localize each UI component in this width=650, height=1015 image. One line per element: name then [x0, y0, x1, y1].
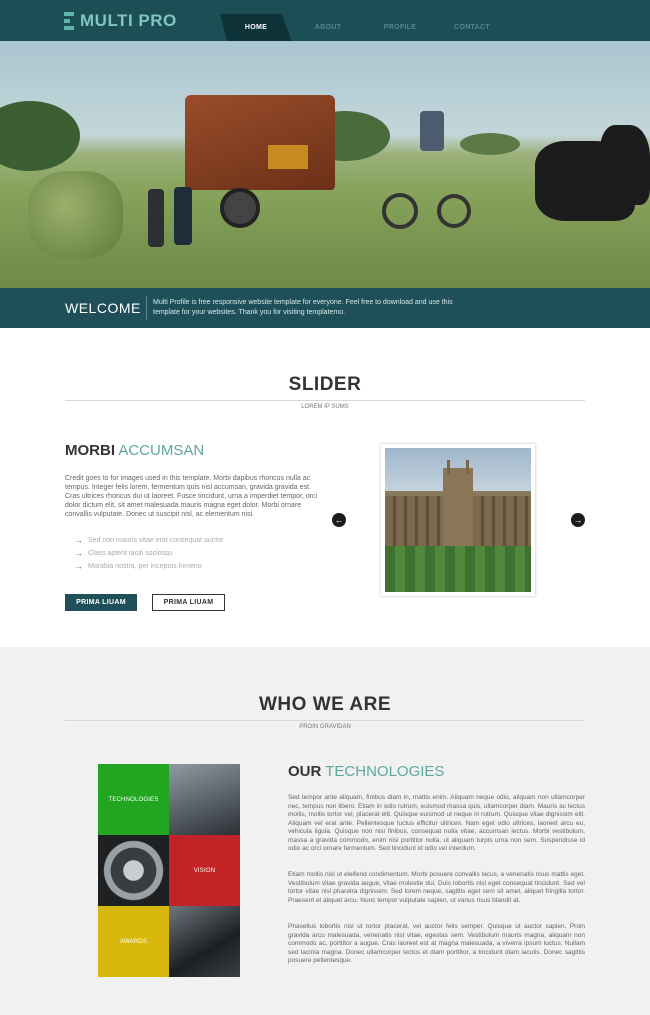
- list-item: → Class aptent taciti sociosqu: [75, 549, 173, 558]
- nav-item-about[interactable]: ABOUT: [292, 14, 364, 42]
- slide-bullet-list: → Sed non mauris vitae erat consequat auc…: [75, 534, 223, 573]
- slider-prev-button[interactable]: ←: [332, 513, 346, 527]
- slide-image-frame: [381, 444, 535, 596]
- slide-image: [385, 448, 531, 592]
- car-side-image: [169, 906, 240, 977]
- technologies-paragraph-1: Sed tempor ante aliquam, finibus diam in…: [288, 794, 585, 852]
- who-section-subtitle: PROIN GRAVIDAN: [299, 724, 351, 730]
- tile-vision[interactable]: VISION: [169, 835, 240, 906]
- car-wheel-image: [98, 835, 169, 906]
- nav-item-profile[interactable]: PROFILE: [364, 14, 436, 42]
- primary-cta-button[interactable]: PRIMA LIUAM: [65, 594, 137, 611]
- slide-heading-bold: MORBI: [65, 442, 115, 459]
- brand-name: MULTI PRO: [80, 11, 177, 30]
- slide-heading-light: ACCUMSAN: [118, 442, 205, 459]
- tile-awards[interactable]: AWARDS: [98, 906, 169, 977]
- technologies-heading-light: TECHNOLOGIES: [325, 763, 445, 780]
- slider-section-title: SLIDER: [288, 374, 362, 395]
- hay-bale: [28, 171, 123, 259]
- hay-baler-machine: [185, 95, 335, 190]
- main-menu: HOME ABOUT PROFILE CONTACT: [220, 14, 508, 42]
- nav-item-contact[interactable]: CONTACT: [436, 14, 508, 42]
- welcome-divider: [146, 296, 147, 320]
- top-navbar: MULTI PRO HOME ABOUT PROFILE CONTACT: [0, 0, 650, 42]
- arrow-right-icon: →: [75, 549, 83, 558]
- logo-icon: [64, 12, 74, 30]
- nav-item-home[interactable]: HOME: [220, 14, 292, 42]
- welcome-title: WELCOME: [65, 300, 141, 316]
- technologies-paragraph-2: Etiam mollis nisl ut eleifend condimentu…: [288, 871, 585, 904]
- hero-image: [0, 41, 650, 288]
- slide-heading: MORBI ACCUMSAN: [65, 442, 204, 459]
- slider-section-subtitle: LOREM IP SUMS: [301, 404, 349, 410]
- slide-body-text: Credit goes to for images used in this t…: [65, 475, 318, 518]
- list-item: → Morabia nostra, per inceptos himeno: [75, 562, 202, 571]
- welcome-text: Multi Profile is free responsive website…: [153, 299, 453, 316]
- slider-title-divider: [65, 400, 585, 401]
- tile-technologies[interactable]: TECHNOLOGIES: [98, 764, 169, 835]
- brand-logo[interactable]: MULTI PRO: [64, 10, 177, 32]
- arrow-right-icon: →: [75, 562, 83, 571]
- technologies-paragraph-3: Phasellus lobortis nisl ut tortor placer…: [288, 923, 585, 964]
- slider-next-button[interactable]: →: [571, 513, 585, 527]
- who-section-title: WHO WE ARE: [258, 694, 391, 715]
- who-title-divider: [65, 720, 585, 721]
- arrow-right-icon: →: [75, 536, 83, 545]
- list-item: → Sed non mauris vitae erat consequat auc…: [75, 536, 224, 545]
- technologies-heading-bold: OUR: [288, 763, 322, 780]
- feature-tiles: TECHNOLOGIES VISION AWARDS: [98, 764, 240, 977]
- secondary-cta-button[interactable]: PRIMA LIUAM: [152, 594, 225, 611]
- technologies-heading: OUR TECHNOLOGIES: [288, 763, 444, 780]
- car-headlight-image: [169, 764, 240, 835]
